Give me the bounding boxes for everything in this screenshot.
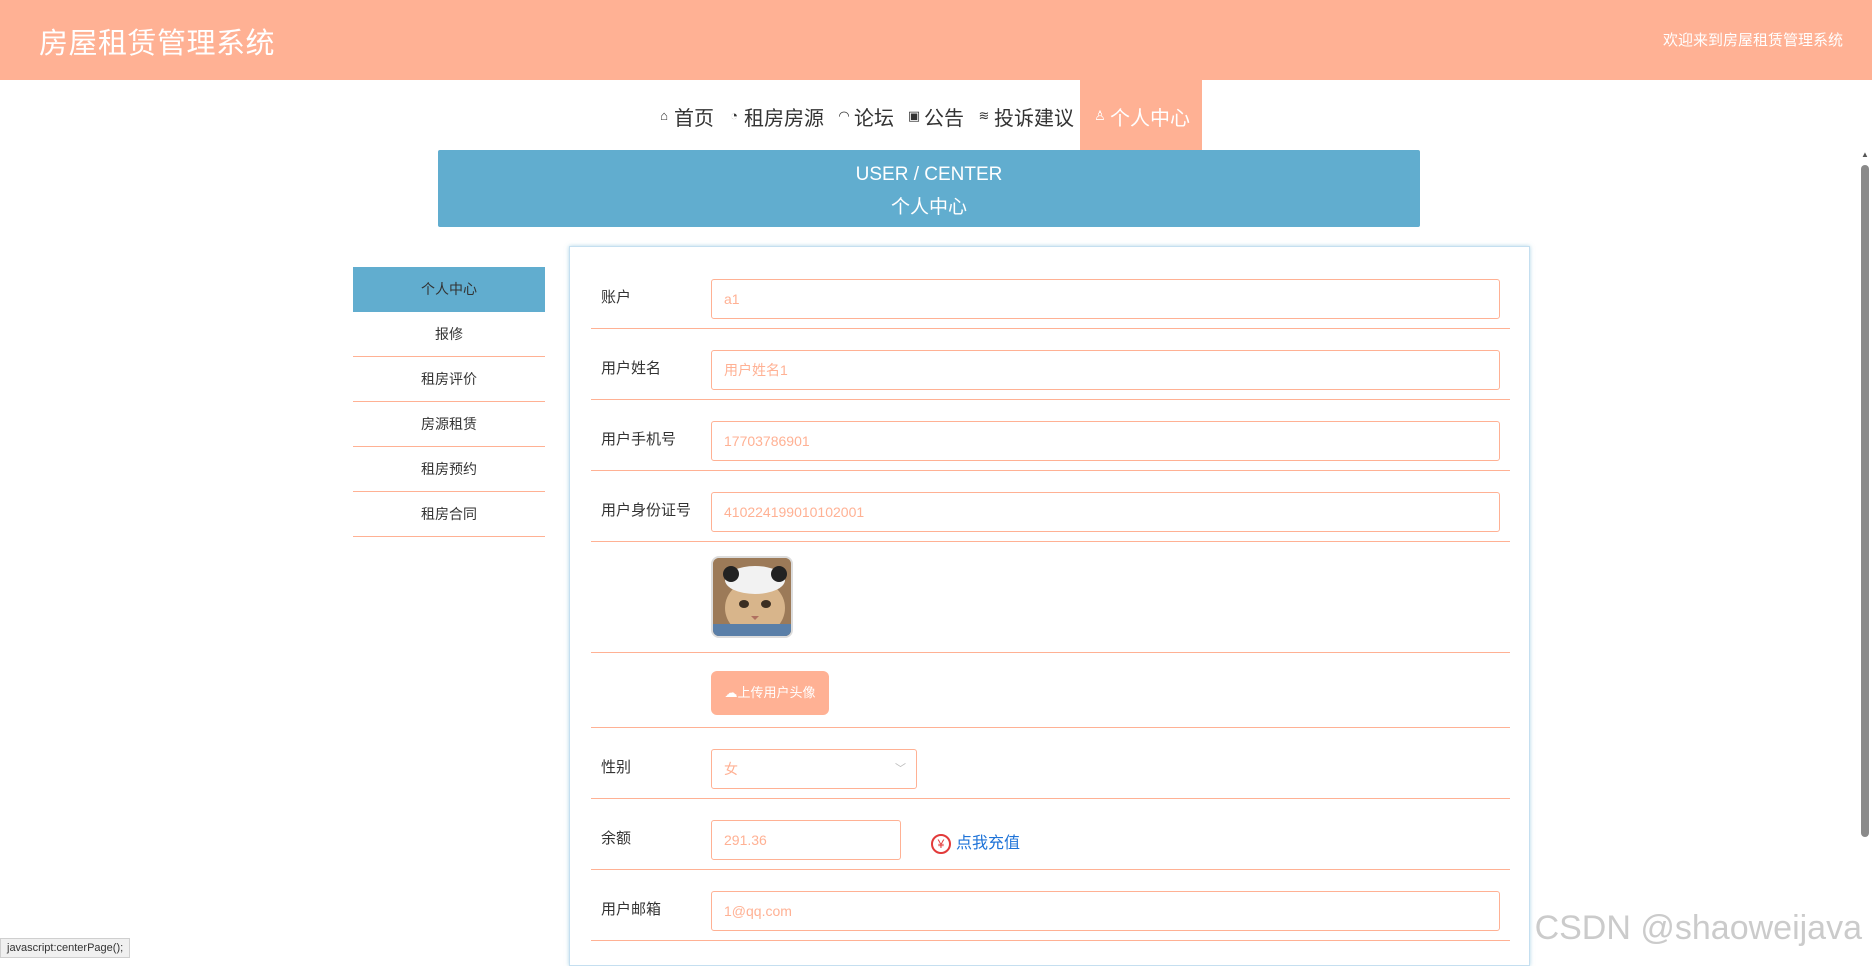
side-item-user-center[interactable]: 个人中心 xyxy=(353,267,545,312)
cloud-upload-icon: ☁ xyxy=(724,685,737,700)
name-input[interactable]: 用户姓名1 xyxy=(711,350,1500,390)
welcome-text: 欢迎来到房屋租赁管理系统 xyxy=(1663,29,1843,50)
nav-item-label: 个人中心 xyxy=(1110,102,1190,131)
gift-icon: ▣ xyxy=(906,108,922,124)
home-icon: ⌂ xyxy=(656,108,672,124)
side-item-contract[interactable]: 租房合同 xyxy=(353,492,545,537)
nav-item-label: 投诉建议 xyxy=(994,102,1074,131)
email-input[interactable]: 1@qq.com xyxy=(711,891,1500,931)
balance-label: 余额 xyxy=(601,827,631,848)
account-label: 账户 xyxy=(601,286,631,307)
upload-avatar-button[interactable]: ☁上传用户头像 xyxy=(711,671,829,715)
page-banner: USER / CENTER 个人中心 xyxy=(438,150,1420,227)
side-menu: 个人中心 报修 租房评价 房源租赁 租房预约 租房合同 xyxy=(353,267,545,537)
form-row-name: 用户姓名 用户姓名1 xyxy=(591,329,1510,400)
form-row-avatar xyxy=(591,542,1510,653)
nav-item-label: 公告 xyxy=(924,102,964,131)
scroll-up-arrow-icon[interactable]: ▲ xyxy=(1861,150,1869,159)
name-label: 用户姓名 xyxy=(601,357,661,378)
form-row-id-card: 用户身份证号 410224199010102001 xyxy=(591,471,1510,542)
side-item-repair[interactable]: 报修 xyxy=(353,312,545,357)
side-item-booking[interactable]: 租房预约 xyxy=(353,447,545,492)
id-card-label: 用户身份证号 xyxy=(601,499,691,520)
scrollbar-thumb[interactable] xyxy=(1861,165,1869,837)
yen-icon: ¥ xyxy=(931,834,951,854)
form-row-balance: 余额 291.36 ¥ 点我充值 xyxy=(591,799,1510,870)
gender-value: 女 xyxy=(724,761,738,777)
layers-icon: ≋ xyxy=(976,108,992,124)
recharge-label: 点我充值 xyxy=(956,835,1020,852)
page-scrollbar[interactable]: ▲ xyxy=(1858,150,1872,958)
account-input[interactable]: a1 xyxy=(711,279,1500,319)
banner-title-en: USER / CENTER xyxy=(438,164,1420,186)
watermark: CSDN @shaoweijava xyxy=(1535,909,1862,948)
nav-item-label: 租房房源 xyxy=(744,102,824,131)
site-title: 房屋租赁管理系统 xyxy=(39,20,275,62)
id-card-input[interactable]: 410224199010102001 xyxy=(711,492,1500,532)
gender-label: 性别 xyxy=(601,756,631,777)
side-item-rental[interactable]: 房源租赁 xyxy=(353,402,545,447)
browser-status-bar: javascript:centerPage(); xyxy=(0,938,130,958)
nav-item-label: 论坛 xyxy=(854,102,894,131)
nav-item-forum[interactable]: ◠ 论坛 xyxy=(830,80,900,152)
balance-input[interactable]: 291.36 xyxy=(711,820,901,860)
chevron-down-icon: ﹀ xyxy=(895,750,906,788)
header-bar: 房屋租赁管理系统 欢迎来到房屋租赁管理系统 xyxy=(0,0,1872,80)
form-row-email: 用户邮箱 1@qq.com xyxy=(591,870,1510,941)
nav-item-user-center[interactable]: ♙ 个人中心 xyxy=(1080,80,1202,152)
phone-input[interactable]: 17703786901 xyxy=(711,421,1500,461)
dashboard-icon: ◠ xyxy=(836,108,852,124)
nav-item-notice[interactable]: ▣ 公告 xyxy=(900,80,970,152)
phone-label: 用户手机号 xyxy=(601,428,676,449)
profile-form: 账户 a1 用户姓名 用户姓名1 用户手机号 17703786901 用户身份证… xyxy=(569,246,1530,966)
avatar xyxy=(711,556,793,638)
email-label: 用户邮箱 xyxy=(601,898,661,919)
gender-select[interactable]: 女 ﹀ xyxy=(711,749,917,789)
form-row-upload: ☁上传用户头像 xyxy=(591,653,1510,728)
nav-item-home[interactable]: ⌂ 首页 xyxy=(650,80,720,152)
form-row-account: 账户 a1 xyxy=(591,247,1510,329)
banner-title-zh: 个人中心 xyxy=(438,192,1420,219)
form-row-gender: 性别 女 ﹀ xyxy=(591,728,1510,799)
palette-icon: ◔ xyxy=(726,108,742,124)
main-nav: ⌂ 首页 ◔ 租房房源 ◠ 论坛 ▣ 公告 ≋ 投诉建议 ♙ 个人中心 xyxy=(650,80,1202,152)
nav-item-listings[interactable]: ◔ 租房房源 xyxy=(720,80,830,152)
nav-item-label: 首页 xyxy=(674,102,714,131)
nav-item-complaint[interactable]: ≋ 投诉建议 xyxy=(970,80,1080,152)
upload-button-label: 上传用户头像 xyxy=(737,685,815,700)
user-icon: ♙ xyxy=(1092,108,1108,124)
form-row-phone: 用户手机号 17703786901 xyxy=(591,400,1510,471)
avatar-image xyxy=(713,558,793,638)
side-item-review[interactable]: 租房评价 xyxy=(353,357,545,402)
recharge-link[interactable]: ¥ 点我充值 xyxy=(931,829,1020,854)
